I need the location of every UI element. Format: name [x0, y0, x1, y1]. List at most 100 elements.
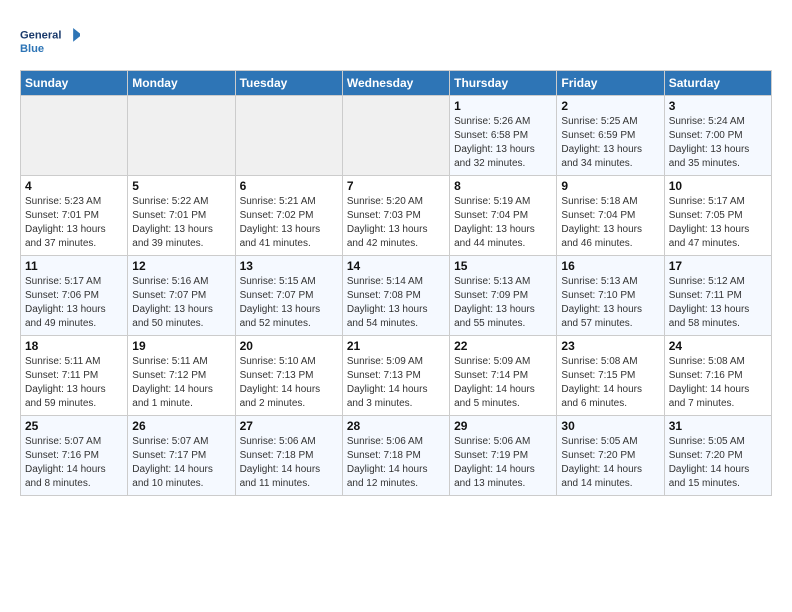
day-info: Sunrise: 5:26 AM Sunset: 6:58 PM Dayligh…: [454, 115, 552, 171]
svg-text:Blue: Blue: [20, 43, 44, 55]
day-of-week-header: Thursday: [450, 71, 557, 96]
calendar-cell: 8 Sunrise: 5:19 AM Sunset: 7:04 PM Daylig…: [450, 176, 557, 256]
day-number: 25: [25, 419, 123, 433]
day-info: Sunrise: 5:20 AM Sunset: 7:03 PM Dayligh…: [347, 195, 445, 251]
day-info: Sunrise: 5:08 AM Sunset: 7:16 PM Dayligh…: [669, 355, 767, 411]
day-info: Sunrise: 5:18 AM Sunset: 7:04 PM Dayligh…: [561, 195, 659, 251]
calendar-week-row: 25 Sunrise: 5:07 AM Sunset: 7:16 PM Dayli…: [21, 416, 772, 496]
day-of-week-header: Sunday: [21, 71, 128, 96]
day-info: Sunrise: 5:05 AM Sunset: 7:20 PM Dayligh…: [669, 435, 767, 491]
day-number: 23: [561, 339, 659, 353]
day-number: 7: [347, 179, 445, 193]
day-info: Sunrise: 5:09 AM Sunset: 7:14 PM Dayligh…: [454, 355, 552, 411]
calendar-cell: 28 Sunrise: 5:06 AM Sunset: 7:18 PM Dayli…: [342, 416, 449, 496]
calendar-cell: 1 Sunrise: 5:26 AM Sunset: 6:58 PM Daylig…: [450, 96, 557, 176]
calendar-cell: 6 Sunrise: 5:21 AM Sunset: 7:02 PM Daylig…: [235, 176, 342, 256]
calendar-week-row: 11Sunrise: 5:17 AM Sunset: 7:06 PM Dayli…: [21, 256, 772, 336]
day-info: Sunrise: 5:12 AM Sunset: 7:11 PM Dayligh…: [669, 275, 767, 331]
day-info: Sunrise: 5:10 AM Sunset: 7:13 PM Dayligh…: [240, 355, 338, 411]
day-info: Sunrise: 5:05 AM Sunset: 7:20 PM Dayligh…: [561, 435, 659, 491]
day-number: 12: [132, 259, 230, 273]
day-number: 17: [669, 259, 767, 273]
day-number: 16: [561, 259, 659, 273]
day-number: 6: [240, 179, 338, 193]
calendar-cell: 31Sunrise: 5:05 AM Sunset: 7:20 PM Dayli…: [664, 416, 771, 496]
day-info: Sunrise: 5:09 AM Sunset: 7:13 PM Dayligh…: [347, 355, 445, 411]
day-info: Sunrise: 5:13 AM Sunset: 7:10 PM Dayligh…: [561, 275, 659, 331]
day-number: 29: [454, 419, 552, 433]
day-info: Sunrise: 5:19 AM Sunset: 7:04 PM Dayligh…: [454, 195, 552, 251]
calendar-week-row: 18 Sunrise: 5:11 AM Sunset: 7:11 PM Dayli…: [21, 336, 772, 416]
calendar-week-row: 4Sunrise: 5:23 AM Sunset: 7:01 PM Daylig…: [21, 176, 772, 256]
day-number: 24: [669, 339, 767, 353]
day-info: Sunrise: 5:17 AM Sunset: 7:05 PM Dayligh…: [669, 195, 767, 251]
day-number: 19: [132, 339, 230, 353]
logo-icon: General Blue: [20, 20, 80, 60]
calendar-cell: 19 Sunrise: 5:11 AM Sunset: 7:12 PM Dayli…: [128, 336, 235, 416]
calendar-cell: 12 Sunrise: 5:16 AM Sunset: 7:07 PM Dayli…: [128, 256, 235, 336]
day-info: Sunrise: 5:16 AM Sunset: 7:07 PM Dayligh…: [132, 275, 230, 331]
calendar-cell: 20 Sunrise: 5:10 AM Sunset: 7:13 PM Dayli…: [235, 336, 342, 416]
calendar-week-row: 1 Sunrise: 5:26 AM Sunset: 6:58 PM Daylig…: [21, 96, 772, 176]
calendar-cell: 21 Sunrise: 5:09 AM Sunset: 7:13 PM Dayli…: [342, 336, 449, 416]
day-number: 13: [240, 259, 338, 273]
day-number: 22: [454, 339, 552, 353]
calendar-cell: 26 Sunrise: 5:07 AM Sunset: 7:17 PM Dayli…: [128, 416, 235, 496]
day-info: Sunrise: 5:22 AM Sunset: 7:01 PM Dayligh…: [132, 195, 230, 251]
calendar-cell: 25 Sunrise: 5:07 AM Sunset: 7:16 PM Dayli…: [21, 416, 128, 496]
day-number: 20: [240, 339, 338, 353]
calendar-cell: [235, 96, 342, 176]
day-of-week-header: Tuesday: [235, 71, 342, 96]
calendar-cell: 5 Sunrise: 5:22 AM Sunset: 7:01 PM Daylig…: [128, 176, 235, 256]
day-number: 5: [132, 179, 230, 193]
logo: General Blue: [20, 20, 80, 60]
calendar-cell: 18 Sunrise: 5:11 AM Sunset: 7:11 PM Dayli…: [21, 336, 128, 416]
day-number: 3: [669, 99, 767, 113]
calendar-cell: 13Sunrise: 5:15 AM Sunset: 7:07 PM Dayli…: [235, 256, 342, 336]
calendar-cell: 22 Sunrise: 5:09 AM Sunset: 7:14 PM Dayli…: [450, 336, 557, 416]
day-number: 21: [347, 339, 445, 353]
calendar-cell: 11Sunrise: 5:17 AM Sunset: 7:06 PM Dayli…: [21, 256, 128, 336]
svg-text:General: General: [20, 29, 61, 41]
day-info: Sunrise: 5:11 AM Sunset: 7:12 PM Dayligh…: [132, 355, 230, 411]
calendar-cell: 15Sunrise: 5:13 AM Sunset: 7:09 PM Dayli…: [450, 256, 557, 336]
calendar-cell: 30 Sunrise: 5:05 AM Sunset: 7:20 PM Dayli…: [557, 416, 664, 496]
day-number: 2: [561, 99, 659, 113]
calendar-cell: 29 Sunrise: 5:06 AM Sunset: 7:19 PM Dayli…: [450, 416, 557, 496]
day-number: 1: [454, 99, 552, 113]
day-number: 11: [25, 259, 123, 273]
day-of-week-header: Friday: [557, 71, 664, 96]
day-info: Sunrise: 5:21 AM Sunset: 7:02 PM Dayligh…: [240, 195, 338, 251]
day-info: Sunrise: 5:08 AM Sunset: 7:15 PM Dayligh…: [561, 355, 659, 411]
day-info: Sunrise: 5:07 AM Sunset: 7:17 PM Dayligh…: [132, 435, 230, 491]
day-info: Sunrise: 5:06 AM Sunset: 7:19 PM Dayligh…: [454, 435, 552, 491]
day-number: 30: [561, 419, 659, 433]
day-info: Sunrise: 5:06 AM Sunset: 7:18 PM Dayligh…: [240, 435, 338, 491]
day-info: Sunrise: 5:07 AM Sunset: 7:16 PM Dayligh…: [25, 435, 123, 491]
day-number: 27: [240, 419, 338, 433]
calendar-cell: 3 Sunrise: 5:24 AM Sunset: 7:00 PM Daylig…: [664, 96, 771, 176]
day-info: Sunrise: 5:06 AM Sunset: 7:18 PM Dayligh…: [347, 435, 445, 491]
calendar-table: SundayMondayTuesdayWednesdayThursdayFrid…: [20, 70, 772, 496]
day-info: Sunrise: 5:24 AM Sunset: 7:00 PM Dayligh…: [669, 115, 767, 171]
day-of-week-header: Wednesday: [342, 71, 449, 96]
day-of-week-header: Monday: [128, 71, 235, 96]
calendar-cell: 17 Sunrise: 5:12 AM Sunset: 7:11 PM Dayli…: [664, 256, 771, 336]
calendar-cell: [342, 96, 449, 176]
calendar-cell: 10 Sunrise: 5:17 AM Sunset: 7:05 PM Dayli…: [664, 176, 771, 256]
day-info: Sunrise: 5:25 AM Sunset: 6:59 PM Dayligh…: [561, 115, 659, 171]
calendar-cell: 7 Sunrise: 5:20 AM Sunset: 7:03 PM Daylig…: [342, 176, 449, 256]
day-number: 18: [25, 339, 123, 353]
day-number: 28: [347, 419, 445, 433]
calendar-cell: 9Sunrise: 5:18 AM Sunset: 7:04 PM Daylig…: [557, 176, 664, 256]
day-number: 10: [669, 179, 767, 193]
day-info: Sunrise: 5:14 AM Sunset: 7:08 PM Dayligh…: [347, 275, 445, 331]
day-number: 15: [454, 259, 552, 273]
calendar-cell: 16 Sunrise: 5:13 AM Sunset: 7:10 PM Dayli…: [557, 256, 664, 336]
day-number: 26: [132, 419, 230, 433]
calendar-cell: [128, 96, 235, 176]
page-header: General Blue: [20, 20, 772, 60]
day-info: Sunrise: 5:11 AM Sunset: 7:11 PM Dayligh…: [25, 355, 123, 411]
calendar-header-row: SundayMondayTuesdayWednesdayThursdayFrid…: [21, 71, 772, 96]
day-number: 8: [454, 179, 552, 193]
